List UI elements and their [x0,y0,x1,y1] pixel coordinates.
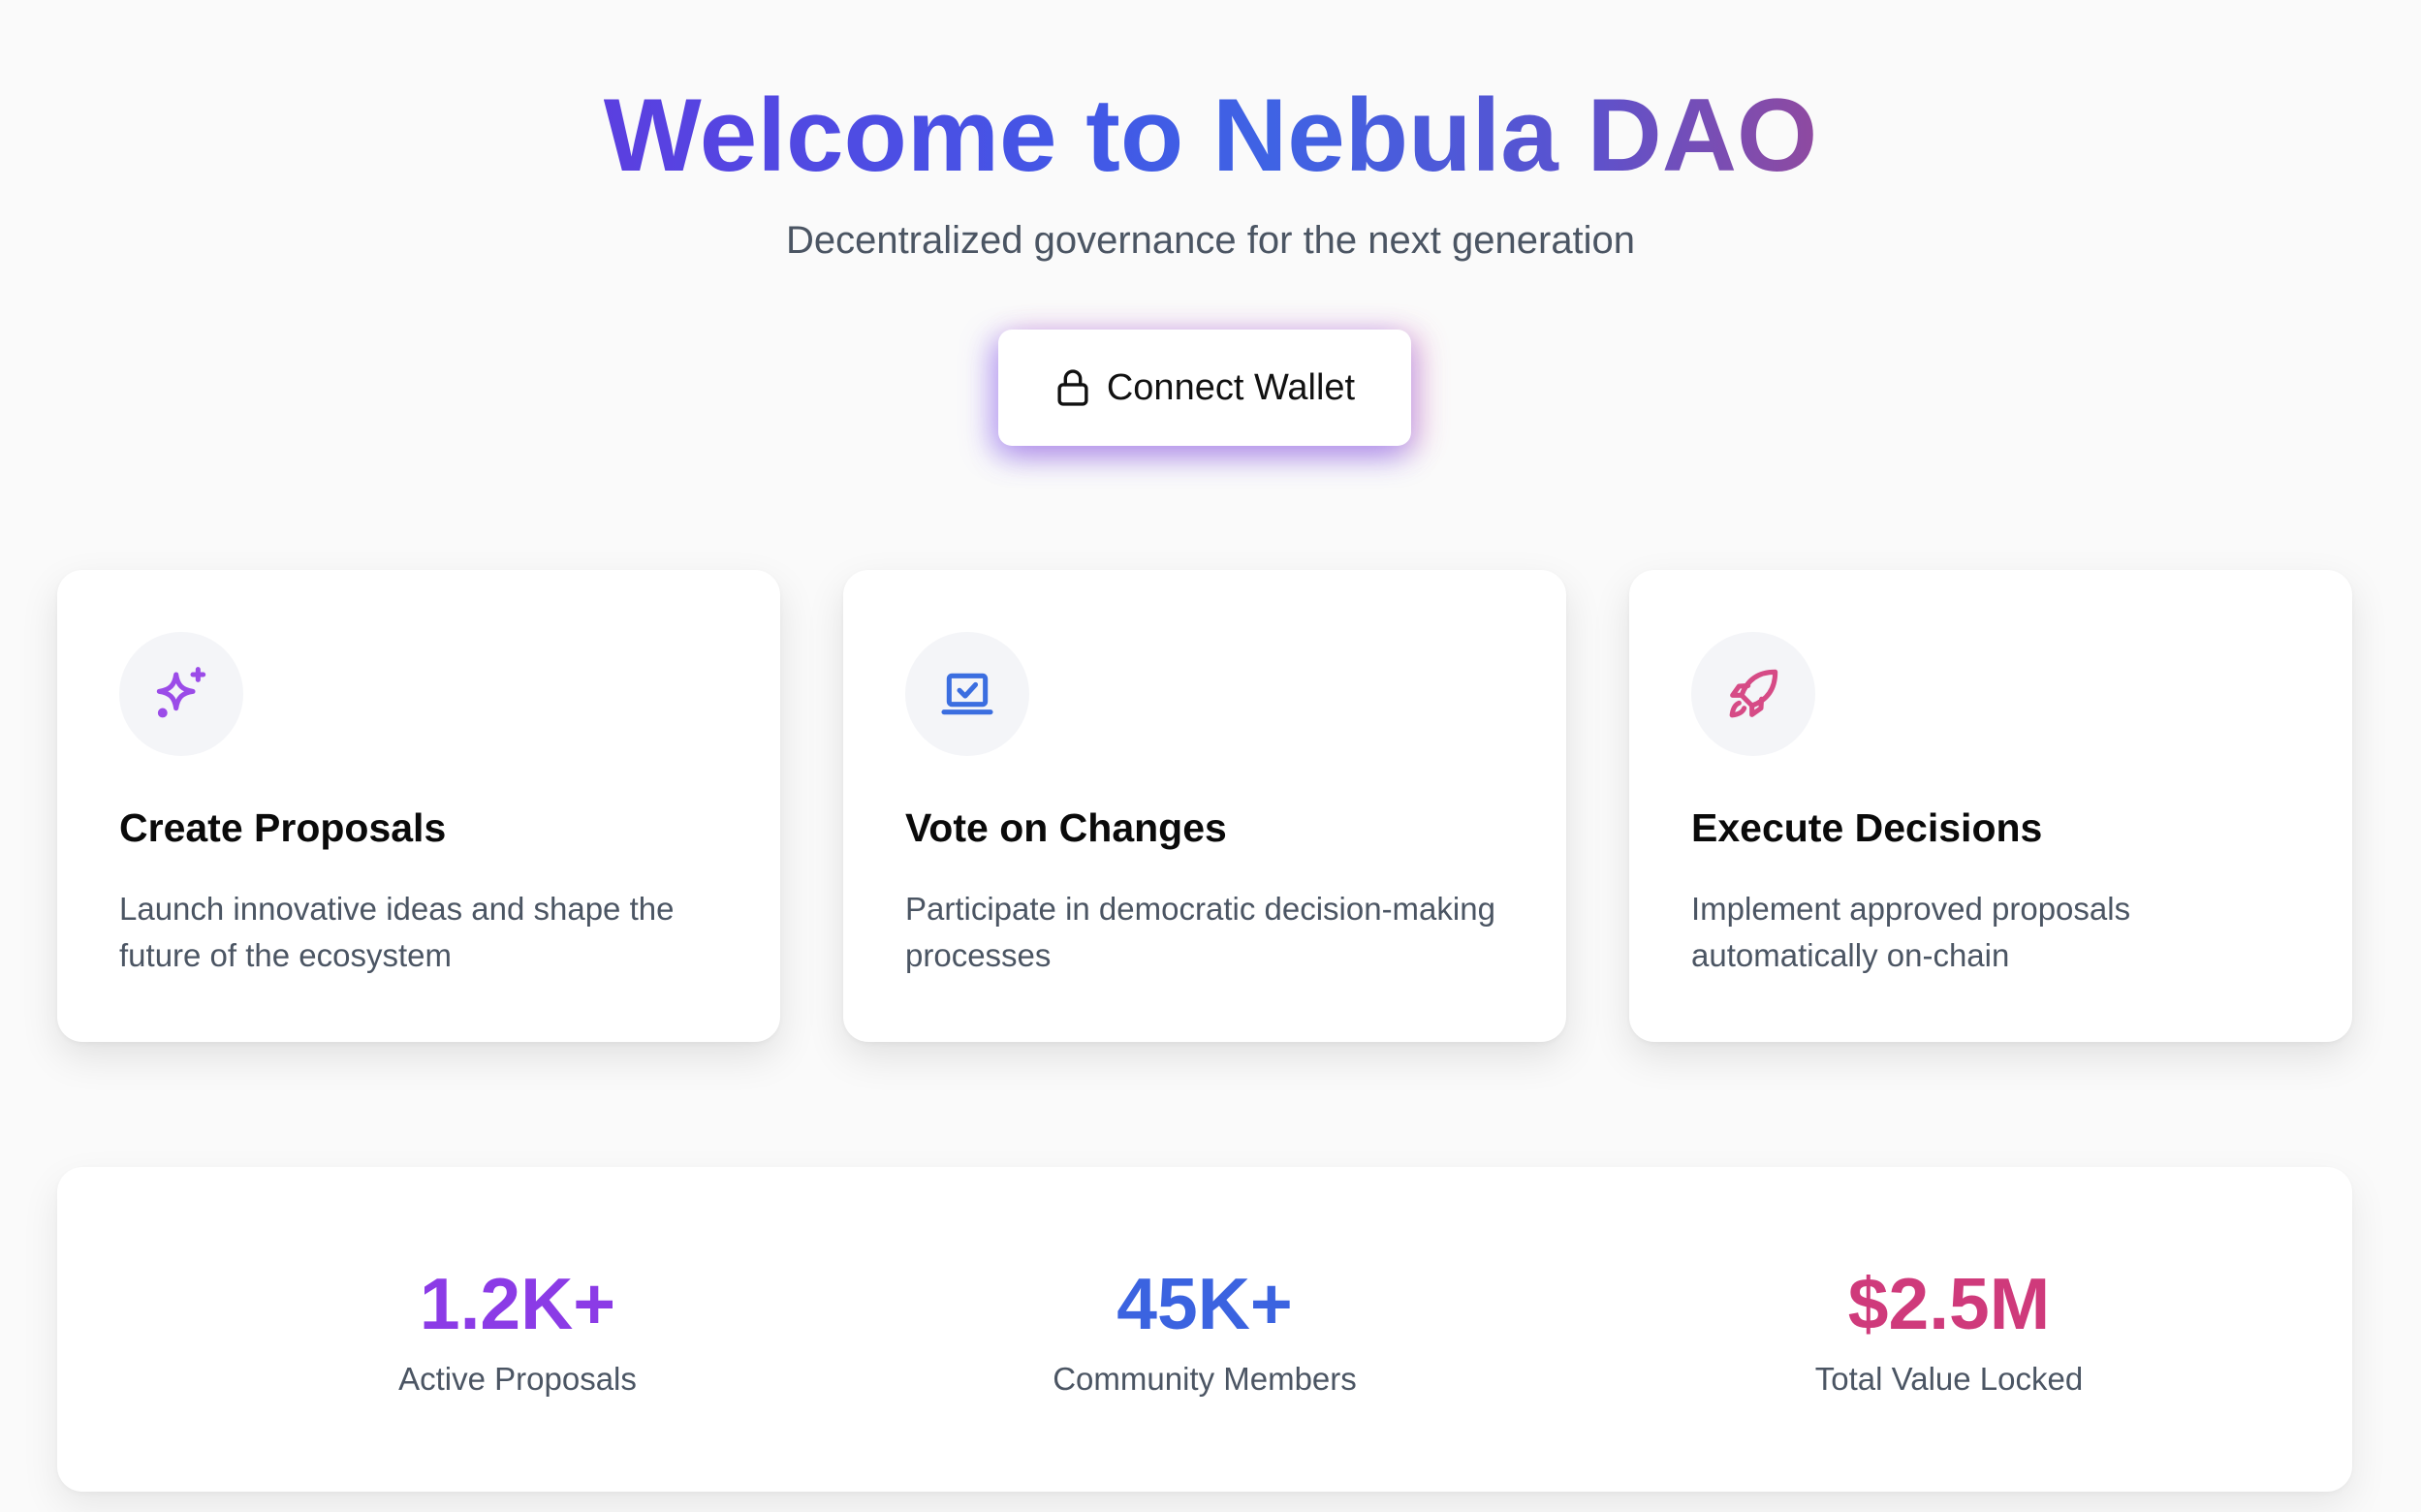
lock-icon [1057,369,1088,406]
stat-community-members: 45K+ Community Members [865,1260,1544,1400]
feature-card-vote-on-changes: Vote on Changes Participate in democrati… [843,570,1566,1042]
stat-value: $2.5M [1847,1263,2051,1344]
page-subtitle: Decentralized governance for the next ge… [785,219,1636,262]
feature-title: Create Proposals [119,805,447,850]
stat-label: Total Value Locked [1814,1361,2084,1397]
feature-icon-container [1691,632,1815,756]
feature-title: Execute Decisions [1691,805,2043,850]
hero-title-container: Welcome to Nebula DAO [0,72,2421,198]
stats-panel: 1.2K+ Active Proposals 45K+ Community Me… [57,1167,2352,1492]
feature-icon-container [119,632,243,756]
feature-description: Launch innovative ideas and shape the fu… [119,891,675,973]
feature-card-create-proposals: Create Proposals Launch innovative ideas… [57,570,780,1042]
stat-value: 45K+ [1116,1263,1293,1344]
feature-title: Vote on Changes [905,805,1227,850]
feature-description: Participate in democratic decision-makin… [905,891,1495,973]
connect-wallet-button[interactable]: Connect Wallet [998,330,1411,446]
stat-value: 1.2K+ [419,1263,616,1344]
page-title: Welcome to Nebula DAO [604,72,1818,198]
laptop-check-icon [941,673,993,715]
stat-active-proposals: 1.2K+ Active Proposals [178,1260,857,1400]
feature-description: Implement approved proposals automatical… [1691,891,2131,973]
sparkles-icon [156,667,206,718]
rocket-icon [1729,669,1778,718]
feature-icon-container [905,632,1029,756]
feature-card-execute-decisions: Execute Decisions Implement approved pro… [1629,570,2352,1042]
stat-label: Active Proposals [398,1361,637,1397]
connect-wallet-label: Connect Wallet [1106,366,1356,408]
stat-total-value-locked: $2.5M Total Value Locked [1610,1260,2288,1400]
stat-label: Community Members [1053,1361,1357,1397]
